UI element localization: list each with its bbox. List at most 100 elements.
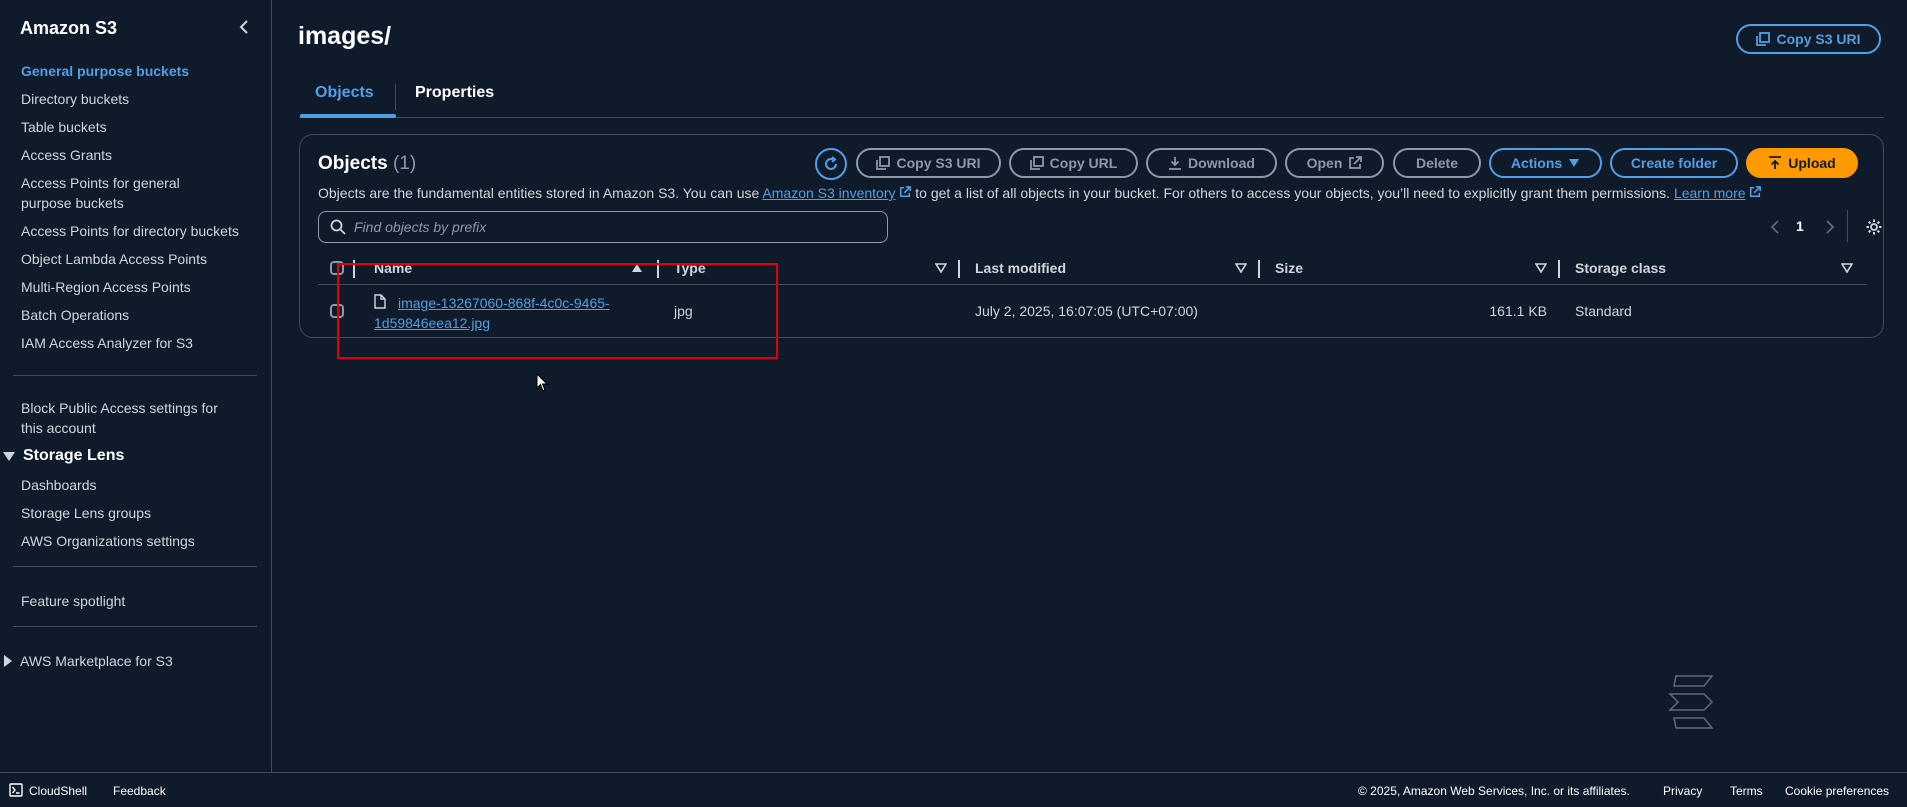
sidebar-item-access-points-directory[interactable]: Access Points for directory buckets (0, 221, 272, 241)
sidebar-item-object-lambda[interactable]: Object Lambda Access Points (0, 249, 272, 269)
row-checkbox[interactable] (330, 304, 344, 318)
object-name-line-1[interactable]: image-13267060-868f-4c0c-9465- (374, 293, 610, 313)
copy-icon (1756, 32, 1771, 46)
page-number[interactable]: 1 (1796, 218, 1804, 234)
select-all-checkbox-cell (330, 253, 344, 283)
upload-button[interactable]: Upload (1746, 148, 1858, 178)
objects-panel: Objects (1) Copy S3 URI Copy URL Downloa… (299, 134, 1884, 338)
cloudshell-link[interactable]: CloudShell (29, 784, 87, 798)
sort-icon[interactable] (1235, 262, 1247, 274)
object-name-link[interactable]: image-13267060-868f-4c0c-9465- 1d59846ee… (374, 293, 610, 333)
sort-icon[interactable] (1841, 262, 1853, 274)
sidebar-divider (13, 626, 257, 627)
settings-gear-icon[interactable] (1865, 218, 1883, 236)
sidebar-item-marketplace[interactable]: AWS Marketplace for S3 (0, 651, 272, 671)
copy-s3-uri-button[interactable]: Copy S3 URI (856, 148, 1001, 178)
description-text-1: Objects are the fundamental entities sto… (318, 185, 763, 201)
column-separator (353, 260, 355, 278)
actions-label: Actions (1510, 155, 1563, 171)
column-header-last-modified[interactable]: Last modified (975, 253, 1066, 283)
sidebar-section-storage-lens[interactable]: Storage Lens (0, 446, 272, 466)
cookie-preferences-link[interactable]: Cookie preferences (1785, 784, 1889, 798)
row-checkbox-cell (330, 304, 344, 318)
create-folder-button[interactable]: Create folder (1610, 148, 1738, 178)
download-button[interactable]: Download (1146, 148, 1277, 178)
feedback-link[interactable]: Feedback (113, 784, 166, 798)
open-button[interactable]: Open (1285, 148, 1384, 178)
learn-more-link[interactable]: Learn more (1674, 185, 1746, 201)
table-row: image-13267060-868f-4c0c-9465- 1d59846ee… (318, 285, 1867, 337)
active-tab-indicator (300, 114, 396, 118)
actions-dropdown[interactable]: Actions (1489, 148, 1602, 178)
sidebar-item-aws-organizations-settings[interactable]: AWS Organizations settings (0, 531, 272, 551)
s3-inventory-link[interactable]: Amazon S3 inventory (762, 185, 895, 201)
sidebar-divider (13, 375, 257, 376)
copy-s3-uri-label: Copy S3 URI (896, 155, 981, 171)
caret-right-icon (4, 655, 12, 667)
column-header-name[interactable]: Name (374, 253, 412, 283)
copy-icon (876, 156, 891, 170)
refresh-icon (825, 156, 837, 170)
sort-icon[interactable] (1535, 262, 1547, 274)
search-box[interactable] (318, 211, 888, 243)
objects-description: Objects are the fundamental entities sto… (318, 185, 1762, 201)
copy-s3-uri-header-button[interactable]: Copy S3 URI (1736, 24, 1881, 54)
external-link-icon (1349, 156, 1363, 169)
sidebar-item-table-buckets[interactable]: Table buckets (0, 117, 272, 137)
refresh-button[interactable] (815, 148, 847, 180)
column-separator (1258, 260, 1260, 278)
object-name-line-2[interactable]: 1d59846eea12.jpg (374, 313, 610, 333)
sidebar-item-iam-access-analyzer[interactable]: IAM Access Analyzer for S3 (0, 333, 272, 353)
copy-s3-uri-label: Copy S3 URI (1776, 31, 1861, 47)
tab-properties[interactable]: Properties (415, 84, 494, 102)
cloudshell-icon[interactable] (9, 783, 23, 797)
sidebar-item-block-public-access[interactable]: Block Public Access settings for this ac… (0, 398, 260, 438)
sidebar-item-storage-lens-groups[interactable]: Storage Lens groups (0, 503, 272, 523)
sort-ascending-icon[interactable] (631, 262, 643, 274)
sort-icon[interactable] (935, 262, 947, 274)
marketplace-label: AWS Marketplace for S3 (20, 653, 173, 669)
caret-down-icon (1569, 159, 1580, 167)
external-link-icon (1750, 186, 1762, 198)
object-size: 161.1 KB (1489, 303, 1547, 319)
tab-objects[interactable]: Objects (315, 84, 374, 102)
sidebar-item-feature-spotlight[interactable]: Feature spotlight (0, 591, 272, 611)
collapse-sidebar-icon[interactable] (234, 17, 254, 37)
column-separator (1558, 260, 1560, 278)
external-link-icon (900, 186, 912, 198)
main-content: images/ Copy S3 URI Objects Properties O… (273, 0, 1907, 772)
sidebar-title[interactable]: Amazon S3 (20, 18, 117, 39)
column-header-type[interactable]: Type (674, 253, 706, 283)
search-input[interactable] (354, 219, 874, 235)
sidebar: Amazon S3 General purpose buckets Direct… (0, 0, 272, 772)
copy-icon (1029, 156, 1044, 170)
pagination: 1 (1765, 210, 1885, 242)
chevron-left-icon[interactable] (1770, 220, 1780, 234)
sidebar-item-multi-region[interactable]: Multi-Region Access Points (0, 277, 272, 297)
sidebar-nav: General purpose buckets Directory bucket… (0, 61, 272, 671)
chevron-right-icon[interactable] (1825, 220, 1835, 234)
sidebar-item-general-purpose-buckets[interactable]: General purpose buckets (0, 61, 272, 81)
column-header-size[interactable]: Size (1275, 253, 1303, 283)
mouse-cursor-icon (536, 373, 548, 392)
privacy-link[interactable]: Privacy (1663, 784, 1702, 798)
sidebar-item-access-points-general[interactable]: Access Points for general purpose bucket… (0, 173, 250, 213)
column-header-storage-class[interactable]: Storage class (1575, 253, 1666, 283)
delete-button[interactable]: Delete (1393, 148, 1481, 178)
sidebar-item-directory-buckets[interactable]: Directory buckets (0, 89, 272, 109)
select-all-checkbox[interactable] (330, 261, 344, 275)
sidebar-item-access-grants[interactable]: Access Grants (0, 145, 272, 165)
copy-url-button[interactable]: Copy URL (1009, 148, 1138, 178)
column-separator (657, 260, 659, 278)
sidebar-item-batch-operations[interactable]: Batch Operations (0, 305, 272, 325)
objects-table-header: Name Type Last modified Size Storage cla… (318, 253, 1867, 285)
copyright: © 2025, Amazon Web Services, Inc. or its… (1358, 784, 1630, 798)
delete-label: Delete (1415, 155, 1459, 171)
object-storage-class: Standard (1575, 303, 1632, 319)
sidebar-item-dashboards[interactable]: Dashboards (0, 475, 272, 495)
search-icon (330, 219, 346, 235)
column-separator (958, 260, 960, 278)
tab-separator (395, 84, 396, 110)
download-label: Download (1188, 155, 1255, 171)
terms-link[interactable]: Terms (1730, 784, 1763, 798)
